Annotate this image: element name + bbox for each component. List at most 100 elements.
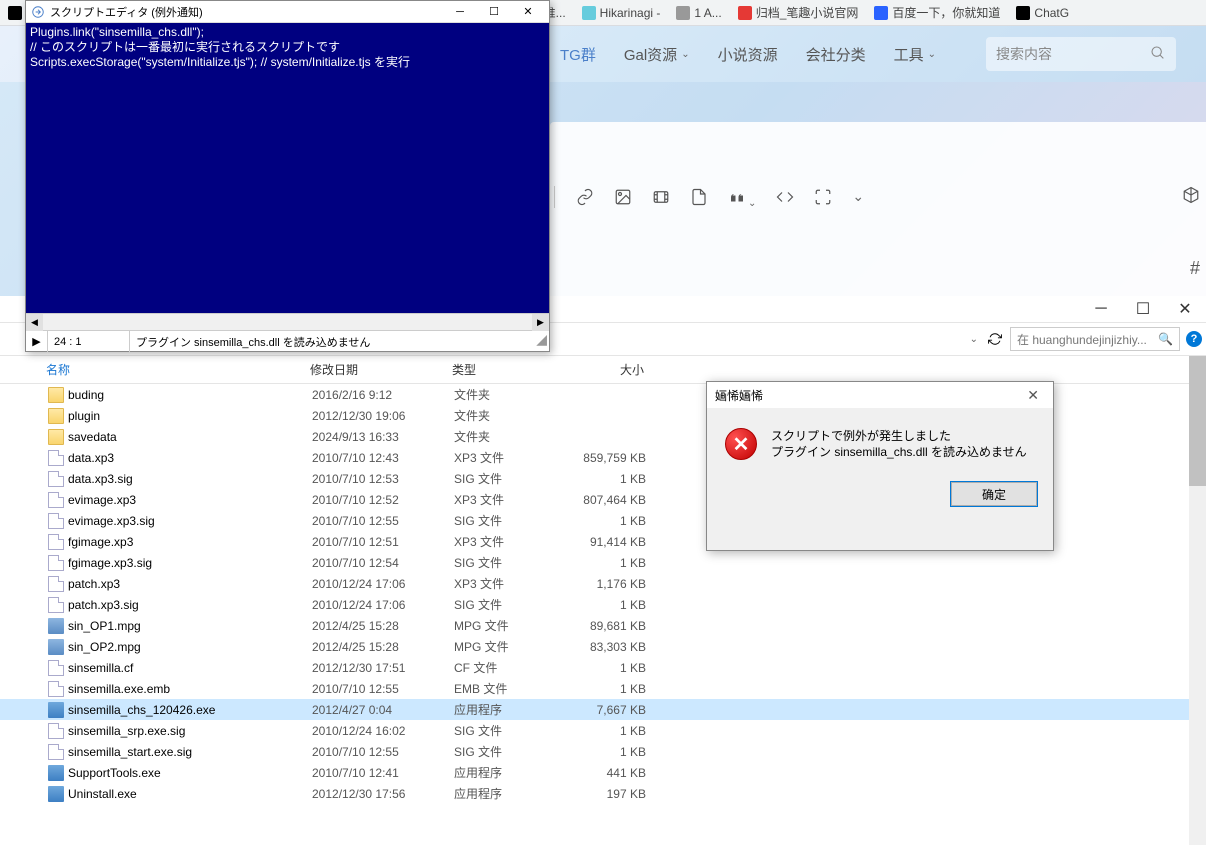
app-icon [30, 4, 46, 20]
nav-gal[interactable]: Gal资源⌄ [624, 44, 690, 65]
dialog-title-bar[interactable]: 婳悕婳悕 ✕ [707, 382, 1053, 408]
file-type: MPG 文件 [454, 638, 576, 655]
cube-icon[interactable] [1182, 186, 1200, 209]
expand-icon[interactable] [814, 188, 832, 211]
nav-tools[interactable]: 工具⌄ [894, 44, 936, 65]
scrollbar-thumb[interactable] [1189, 356, 1206, 486]
bookmark-item[interactable]: Hikarinagi - [582, 6, 661, 20]
minimize-button[interactable]: ─ [443, 2, 477, 22]
file-type: 文件夹 [454, 428, 576, 445]
image-icon[interactable] [614, 188, 632, 211]
mpg-icon [48, 639, 64, 655]
file-row[interactable]: Uninstall.exe2012/12/30 17:56应用程序197 KB [0, 783, 1206, 804]
file-icon[interactable] [690, 188, 708, 211]
video-icon[interactable] [652, 188, 670, 211]
nav-company[interactable]: 会社分类 [806, 44, 866, 65]
file-date: 2010/7/10 12:43 [312, 451, 454, 465]
ok-button[interactable]: 确定 [951, 482, 1037, 506]
file-size: 1 KB [576, 514, 646, 528]
resize-grip-icon[interactable]: ◢ [533, 334, 549, 350]
search-icon[interactable] [1150, 45, 1166, 64]
col-name-header[interactable]: 名称 [46, 361, 310, 378]
explorer-minimize-button[interactable]: ─ [1080, 296, 1122, 322]
file-icon [48, 492, 64, 508]
file-row[interactable]: sinsemilla_chs_120426.exe2012/4/27 0:04应… [0, 699, 1206, 720]
file-row[interactable]: sinsemilla.cf2012/12/30 17:51CF 文件1 KB [0, 657, 1206, 678]
file-size: 441 KB [576, 766, 646, 780]
folder-icon [48, 429, 64, 445]
editor-divider [554, 186, 555, 208]
horizontal-scrollbar[interactable]: ◀ ▶ [26, 313, 549, 330]
file-date: 2010/7/10 12:51 [312, 535, 454, 549]
file-name: evimage.xp3 [68, 493, 312, 507]
nav-tg[interactable]: TG群 [560, 44, 596, 65]
file-type: XP3 文件 [454, 449, 576, 466]
file-row[interactable]: fgimage.xp3.sig2010/7/10 12:54SIG 文件1 KB [0, 552, 1206, 573]
file-name: buding [68, 388, 312, 402]
file-size: 1 KB [576, 598, 646, 612]
bookmark-favicon-icon [582, 6, 596, 20]
file-type: 应用程序 [454, 764, 576, 781]
file-row[interactable]: sin_OP1.mpg2012/4/25 15:28MPG 文件89,681 K… [0, 615, 1206, 636]
file-size: 83,303 KB [576, 640, 646, 654]
file-date: 2010/7/10 12:41 [312, 766, 454, 780]
bookmark-item[interactable]: 归档_笔趣小说官网 [738, 4, 859, 21]
script-status-bar: ▶ 24 : 1 プラグイン sinsemilla_chs.dll を読み込めま… [26, 330, 549, 352]
search-input[interactable]: 搜索内容 [986, 37, 1176, 71]
file-icon [48, 660, 64, 676]
file-row[interactable]: sinsemilla.exe.emb2010/7/10 12:55EMB 文件1… [0, 678, 1206, 699]
scroll-left-icon[interactable]: ◀ [26, 314, 43, 331]
play-button[interactable]: ▶ [26, 331, 48, 352]
dialog-close-button[interactable]: ✕ [1021, 387, 1045, 404]
file-size: 89,681 KB [576, 619, 646, 633]
hash-icon[interactable]: # [1190, 258, 1200, 279]
explorer-close-button[interactable]: ✕ [1164, 296, 1206, 322]
link-icon[interactable] [576, 188, 594, 211]
chevron-down-icon[interactable]: ⌄ [852, 188, 864, 211]
col-type-header[interactable]: 类型 [452, 361, 574, 378]
scroll-right-icon[interactable]: ▶ [532, 314, 549, 331]
address-dropdown-icon[interactable]: ⌄ [964, 334, 984, 345]
col-size-header[interactable]: 大小 [574, 361, 644, 378]
help-icon[interactable]: ? [1186, 331, 1202, 347]
file-row[interactable]: SupportTools.exe2010/7/10 12:41应用程序441 K… [0, 762, 1206, 783]
vertical-scrollbar[interactable] [1189, 356, 1206, 845]
bookmark-favicon-icon [874, 6, 888, 20]
file-type: SIG 文件 [454, 512, 576, 529]
nav-novel[interactable]: 小说资源 [718, 44, 778, 65]
exe-icon [48, 702, 64, 718]
bookmark-favicon-icon [1016, 6, 1030, 20]
quote-icon[interactable]: ⌄ [728, 188, 756, 211]
script-title: スクリプトエディタ (例外通知) [50, 4, 203, 20]
file-row[interactable]: patch.xp3.sig2010/12/24 17:06SIG 文件1 KB [0, 594, 1206, 615]
file-row[interactable]: patch.xp32010/12/24 17:06XP3 文件1,176 KB [0, 573, 1206, 594]
file-size: 1 KB [576, 661, 646, 675]
bookmark-item[interactable]: ChatG [1016, 6, 1069, 20]
file-row[interactable]: sinsemilla_srp.exe.sig2010/12/24 16:02SI… [0, 720, 1206, 741]
file-type: XP3 文件 [454, 575, 576, 592]
explorer-search-input[interactable]: 在 huanghundejinjizhiy... 🔍 [1010, 327, 1180, 351]
script-editor-window: スクリプトエディタ (例外通知) ─ ☐ ✕ Plugins.link("sin… [25, 0, 550, 352]
close-button[interactable]: ✕ [511, 2, 545, 22]
bookmark-item[interactable]: 百度一下，你就知道 [874, 4, 1000, 21]
file-row[interactable]: sinsemilla_start.exe.sig2010/7/10 12:55S… [0, 741, 1206, 762]
refresh-button[interactable] [984, 328, 1006, 350]
explorer-maximize-button[interactable]: ☐ [1122, 296, 1164, 322]
maximize-button[interactable]: ☐ [477, 2, 511, 22]
script-title-bar[interactable]: スクリプトエディタ (例外通知) ─ ☐ ✕ [26, 1, 549, 23]
file-type: 应用程序 [454, 785, 576, 802]
file-date: 2012/12/30 17:51 [312, 661, 454, 675]
file-type: CF 文件 [454, 659, 576, 676]
bookmark-label: 百度一下，你就知道 [892, 4, 1000, 21]
file-date: 2010/7/10 12:55 [312, 682, 454, 696]
script-code-area[interactable]: Plugins.link("sinsemilla_chs.dll"); // こ… [26, 23, 549, 313]
col-date-header[interactable]: 修改日期 [310, 361, 452, 378]
file-row[interactable]: sin_OP2.mpg2012/4/25 15:28MPG 文件83,303 K… [0, 636, 1206, 657]
search-icon: 🔍 [1158, 332, 1173, 346]
file-date: 2010/7/10 12:55 [312, 514, 454, 528]
file-date: 2012/12/30 19:06 [312, 409, 454, 423]
error-dialog: 婳悕婳悕 ✕ ✕ スクリプトで例外が発生しました プラグイン sinsemill… [706, 381, 1054, 551]
file-icon [48, 723, 64, 739]
bookmark-item[interactable]: 1 A... [676, 6, 721, 20]
code-icon[interactable] [776, 188, 794, 211]
